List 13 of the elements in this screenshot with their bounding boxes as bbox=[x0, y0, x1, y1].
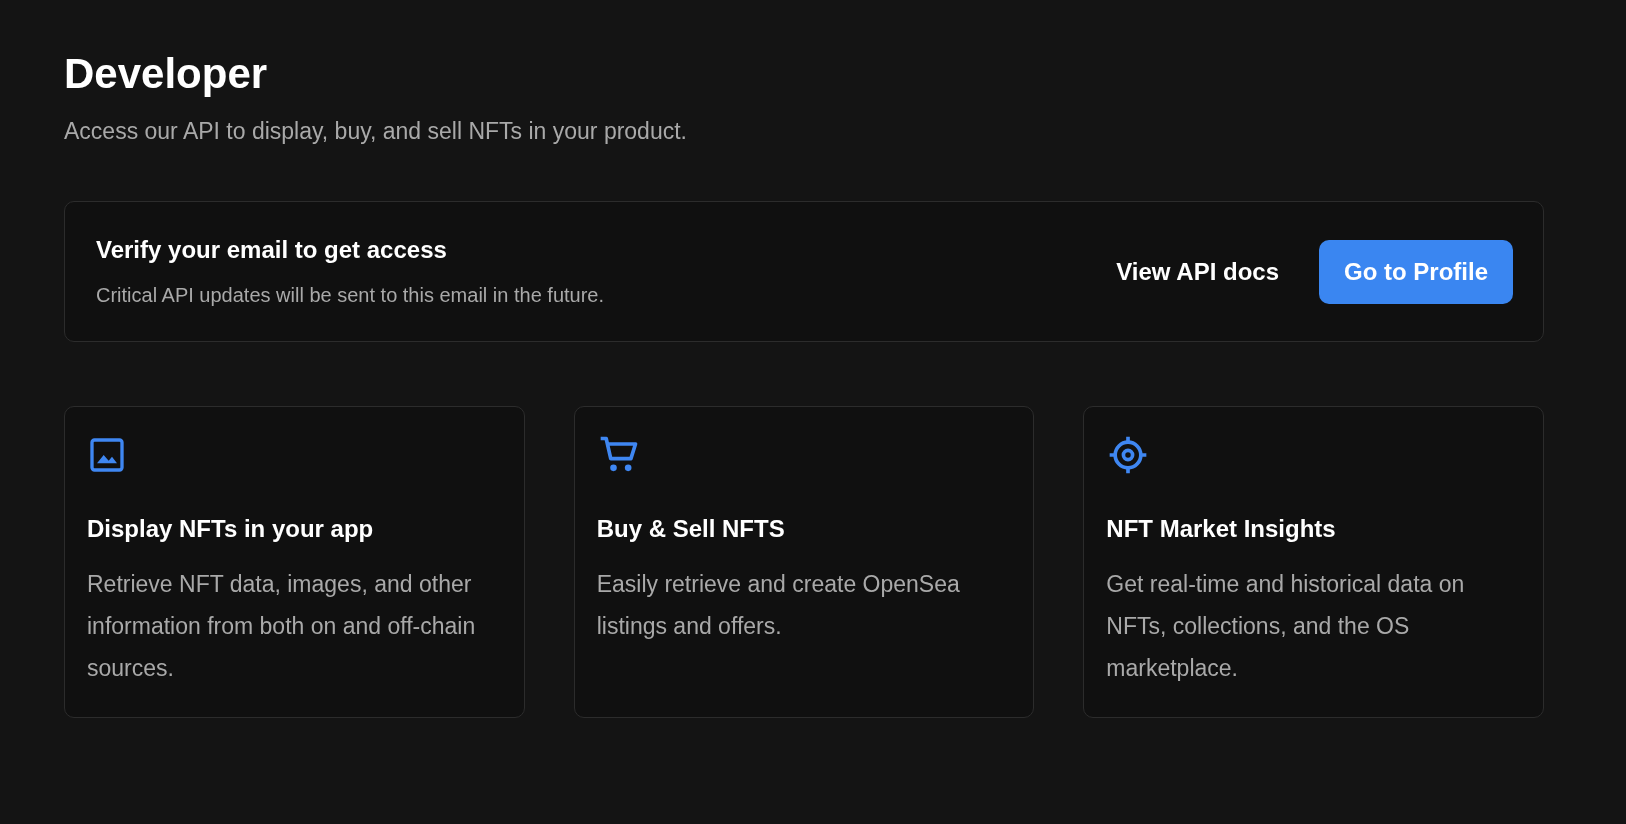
card-title: Display NFTs in your app bbox=[87, 515, 375, 543]
card-text: Retrieve NFT data, images, and other information from both on and off-chain sources. bbox=[87, 570, 477, 683]
page-title: Developer bbox=[64, 49, 269, 99]
card-text: Get real-time and historical data on NFTs, collections, and the OS marketplace. bbox=[1106, 570, 1466, 683]
page-subtitle: Access our API to display, buy, and sell NFTs in your product. bbox=[64, 118, 688, 145]
profile-button[interactable]: Go to Profile bbox=[1319, 239, 1513, 304]
image-icon bbox=[87, 435, 127, 475]
banner-title: Verify your email to get access bbox=[96, 236, 448, 264]
card-text: Easily retrieve and create OpenSea listings and offers. bbox=[596, 570, 961, 641]
card-title: Buy & Sell NFTS bbox=[596, 515, 786, 543]
api-docs-link[interactable]: View API docs bbox=[1116, 257, 1279, 286]
banner-text: Critical API updates will be sent to this email in the future. bbox=[96, 284, 605, 307]
card-title: NFT Market Insights bbox=[1106, 515, 1337, 543]
